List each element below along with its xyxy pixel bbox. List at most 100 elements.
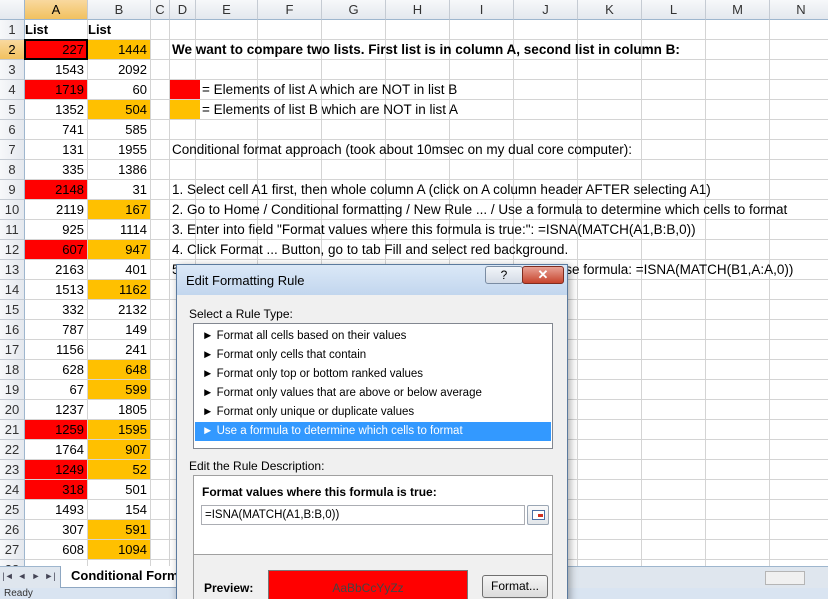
row-header-24[interactable]: 24 [0, 480, 25, 500]
cell-a12[interactable]: 607 [25, 240, 87, 259]
cell-b2[interactable]: 1444 [88, 40, 150, 59]
cell-b9[interactable]: 31 [88, 180, 150, 199]
row-header-22[interactable]: 22 [0, 440, 25, 460]
column-header-f[interactable]: F [258, 0, 322, 20]
dialog-titlebar[interactable]: Edit Formatting Rule ? ✕ [177, 265, 567, 295]
cell-b7[interactable]: 1955 [88, 140, 150, 159]
row-header-15[interactable]: 15 [0, 300, 25, 320]
cell-b4[interactable]: 60 [88, 80, 150, 99]
column-header-k[interactable]: K [578, 0, 642, 20]
select-all-corner[interactable] [0, 0, 25, 20]
cell-a24[interactable]: 318 [25, 480, 87, 499]
rule-type-item[interactable]: ► Format only values that are above or b… [195, 384, 551, 403]
cell-a13[interactable]: 2163 [25, 260, 87, 279]
column-header-i[interactable]: I [450, 0, 514, 20]
column-header-l[interactable]: L [642, 0, 706, 20]
cell-a19[interactable]: 67 [25, 380, 87, 399]
cell-a27[interactable]: 608 [25, 540, 87, 559]
next-sheet-icon[interactable]: ► [30, 571, 42, 581]
row-header-25[interactable]: 25 [0, 500, 25, 520]
prev-sheet-icon[interactable]: ◄ [16, 571, 28, 581]
column-header-j[interactable]: J [514, 0, 578, 20]
column-header-g[interactable]: G [322, 0, 386, 20]
cell-b12[interactable]: 947 [88, 240, 150, 259]
cell-b25[interactable]: 154 [88, 500, 150, 519]
column-header-d[interactable]: D [170, 0, 196, 20]
row-header-10[interactable]: 10 [0, 200, 25, 220]
cell-a1[interactable]: List [25, 20, 87, 39]
cell-a10[interactable]: 2119 [25, 200, 87, 219]
last-sheet-icon[interactable]: ►| [44, 571, 56, 581]
cell-b13[interactable]: 401 [88, 260, 150, 279]
cell-b16[interactable]: 149 [88, 320, 150, 339]
row-header-14[interactable]: 14 [0, 280, 25, 300]
row-header-16[interactable]: 16 [0, 320, 25, 340]
cell-b24[interactable]: 501 [88, 480, 150, 499]
rule-type-item[interactable]: ► Format only top or bottom ranked value… [195, 365, 551, 384]
row-header-17[interactable]: 17 [0, 340, 25, 360]
cell-a22[interactable]: 1764 [25, 440, 87, 459]
cell-a5[interactable]: 1352 [25, 100, 87, 119]
cell-b3[interactable]: 2092 [88, 60, 150, 79]
column-header-n[interactable]: N [770, 0, 828, 20]
row-header-26[interactable]: 26 [0, 520, 25, 540]
cell-a7[interactable]: 131 [25, 140, 87, 159]
cell-b26[interactable]: 591 [88, 520, 150, 539]
rule-type-item[interactable]: ► Format only cells that contain [195, 346, 551, 365]
rule-type-item[interactable]: ► Format only unique or duplicate values [195, 403, 551, 422]
cell-a15[interactable]: 332 [25, 300, 87, 319]
sheet-tab[interactable]: Conditional Forma [60, 566, 180, 588]
cell-a14[interactable]: 1513 [25, 280, 87, 299]
cell-a6[interactable]: 741 [25, 120, 87, 139]
column-header-b[interactable]: B [88, 0, 151, 20]
rule-type-item[interactable]: ► Use a formula to determine which cells… [195, 422, 551, 441]
row-header-11[interactable]: 11 [0, 220, 25, 240]
cell-b19[interactable]: 599 [88, 380, 150, 399]
cell-b21[interactable]: 1595 [88, 420, 150, 439]
cell-a8[interactable]: 335 [25, 160, 87, 179]
row-header-3[interactable]: 3 [0, 60, 25, 80]
cell-b5[interactable]: 504 [88, 100, 150, 119]
row-header-1[interactable]: 1 [0, 20, 25, 40]
row-header-20[interactable]: 20 [0, 400, 25, 420]
row-header-27[interactable]: 27 [0, 540, 25, 560]
row-header-4[interactable]: 4 [0, 80, 25, 100]
cell-b14[interactable]: 1162 [88, 280, 150, 299]
row-header-9[interactable]: 9 [0, 180, 25, 200]
cell-a9[interactable]: 2148 [25, 180, 87, 199]
row-header-13[interactable]: 13 [0, 260, 25, 280]
cell-b18[interactable]: 648 [88, 360, 150, 379]
row-header-19[interactable]: 19 [0, 380, 25, 400]
cell-b27[interactable]: 1094 [88, 540, 150, 559]
rule-type-item[interactable]: ► Format all cells based on their values [195, 327, 551, 346]
collapse-dialog-button[interactable] [527, 505, 549, 525]
row-header-23[interactable]: 23 [0, 460, 25, 480]
row-header-2[interactable]: 2 [0, 40, 25, 60]
help-button[interactable]: ? [485, 266, 523, 284]
row-header-7[interactable]: 7 [0, 140, 25, 160]
row-header-6[interactable]: 6 [0, 120, 25, 140]
cell-b17[interactable]: 241 [88, 340, 150, 359]
cell-a11[interactable]: 925 [25, 220, 87, 239]
cell-b6[interactable]: 585 [88, 120, 150, 139]
cell-a4[interactable]: 1719 [25, 80, 87, 99]
cell-b11[interactable]: 1114 [88, 220, 150, 239]
row-header-8[interactable]: 8 [0, 160, 25, 180]
formula-input[interactable] [201, 505, 525, 525]
row-header-5[interactable]: 5 [0, 100, 25, 120]
scrollbar-thumb[interactable] [765, 571, 805, 585]
row-header-18[interactable]: 18 [0, 360, 25, 380]
column-header-c[interactable]: C [151, 0, 170, 20]
cell-b8[interactable]: 1386 [88, 160, 150, 179]
cell-b10[interactable]: 167 [88, 200, 150, 219]
cell-b22[interactable]: 907 [88, 440, 150, 459]
rule-type-list[interactable]: ► Format all cells based on their values… [193, 323, 553, 449]
cell-b15[interactable]: 2132 [88, 300, 150, 319]
cell-a3[interactable]: 1543 [25, 60, 87, 79]
column-header-a[interactable]: A [25, 0, 88, 20]
column-header-e[interactable]: E [196, 0, 258, 20]
column-header-m[interactable]: M [706, 0, 770, 20]
cell-a26[interactable]: 307 [25, 520, 87, 539]
cell-a2[interactable]: 227 [25, 40, 87, 59]
cell-a17[interactable]: 1156 [25, 340, 87, 359]
